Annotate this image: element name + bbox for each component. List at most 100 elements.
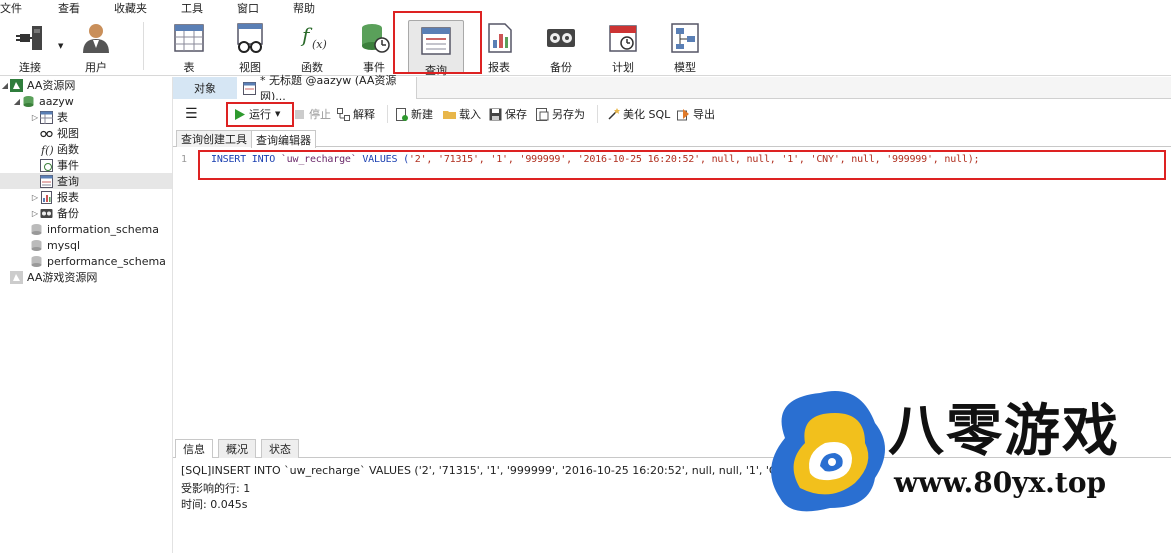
user-button[interactable]: 用户 [68, 18, 124, 74]
tree-item-functions[interactable]: f() 函数 [40, 141, 79, 157]
save-button[interactable]: 保存 [489, 106, 527, 122]
collapsed-arrow-icon[interactable]: ▷ [30, 209, 40, 218]
tab-objects[interactable]: 对象 [173, 77, 237, 99]
function-icon: f() [40, 143, 54, 157]
tree-connection-aa[interactable]: ◢ AA资源网 [0, 77, 75, 93]
backup-icon [40, 207, 53, 220]
collapsed-arrow-icon[interactable]: ▷ [30, 193, 40, 202]
beautify-sql-button[interactable]: 美化 SQL [607, 106, 670, 122]
hamburger-menu-button[interactable]: ☰ [185, 106, 198, 122]
message-sql: [SQL]INSERT INTO `uw_recharge` VALUES ('… [181, 464, 826, 477]
tree-item-views[interactable]: 视图 [40, 125, 79, 141]
database-icon [22, 95, 35, 108]
model-icon [669, 22, 701, 54]
tab-query-editor[interactable]: 查询编辑器 [251, 130, 316, 148]
svg-text:(x): (x) [312, 38, 327, 51]
menu-tools[interactable]: 工具 [181, 0, 213, 16]
tree-item-tables[interactable]: ▷ 表 [30, 109, 68, 125]
export-icon [677, 108, 690, 121]
query-icon [420, 25, 452, 57]
event-icon [358, 22, 390, 54]
tree-item-reports[interactable]: ▷ 报表 [30, 189, 79, 205]
document-tabs: 对象 * 无标题 @aazyw (AA资源网)... [173, 74, 1171, 103]
tree-item-queries[interactable]: 查询 [0, 173, 172, 189]
report-icon [483, 22, 515, 54]
main-toolbar: 连接 ▼ 用户 表 视图 f (x) 函数 事件 查询 报表 备份 计划 模型 [0, 16, 1171, 77]
event-button[interactable]: 事件 [346, 18, 402, 74]
menu-help[interactable]: 帮助 [293, 0, 325, 16]
expanded-arrow-icon[interactable]: ◢ [12, 97, 22, 106]
connect-dropdown-icon[interactable]: ▼ [58, 42, 63, 50]
dropdown-arrow-icon[interactable]: ▼ [275, 110, 280, 118]
connection-icon [10, 270, 23, 284]
tree-item-backups[interactable]: ▷ 备份 [30, 205, 79, 221]
stop-button[interactable]: 停止 [293, 106, 331, 122]
collapsed-arrow-icon[interactable]: ▷ [30, 113, 40, 122]
tab-untitled-query[interactable]: * 无标题 @aazyw (AA资源网)... [237, 74, 417, 103]
schedule-button[interactable]: 计划 [595, 18, 651, 74]
save-as-icon [536, 107, 549, 121]
event-icon [40, 158, 53, 172]
menu-icon: ☰ [185, 106, 198, 122]
menu-window[interactable]: 窗口 [237, 0, 269, 16]
load-button[interactable]: 载入 [443, 106, 481, 122]
expanded-arrow-icon[interactable]: ◢ [0, 81, 10, 90]
explain-icon [337, 107, 350, 121]
tab-info[interactable]: 信息 [175, 439, 213, 458]
message-time: 时间: 0.045s [181, 498, 248, 511]
folder-icon [443, 108, 456, 121]
tab-status[interactable]: 状态 [261, 439, 299, 458]
report-button[interactable]: 报表 [471, 18, 527, 74]
table-icon [173, 22, 205, 54]
view-icon [234, 22, 266, 54]
swirl-logo-icon [771, 391, 885, 512]
view-button[interactable]: 视图 [222, 18, 278, 74]
table-icon [40, 110, 53, 124]
function-icon: f (x) [296, 22, 328, 54]
backup-button[interactable]: 备份 [533, 18, 589, 74]
menu-favorites[interactable]: 收藏夹 [114, 0, 157, 16]
user-icon [80, 22, 112, 54]
view-icon [40, 127, 53, 140]
tree-database-aazyw[interactable]: ◢ aazyw [12, 93, 74, 109]
sql-code-line[interactable]: INSERT INTO `uw_recharge` VALUES ('2', '… [211, 154, 980, 165]
database-icon [30, 239, 43, 252]
tree-connection-aa-game[interactable]: AA游戏资源网 [10, 269, 97, 285]
query-icon [243, 81, 256, 95]
tree-db-performance-schema[interactable]: performance_schema [30, 253, 166, 269]
report-icon [40, 190, 53, 204]
line-number: 1 [181, 154, 188, 165]
tab-overview[interactable]: 概况 [218, 439, 256, 458]
toolbar-separator [387, 105, 388, 123]
menu-file[interactable]: 文件 [0, 0, 32, 16]
save-icon [489, 108, 502, 121]
table-button[interactable]: 表 [161, 18, 217, 74]
explain-button[interactable]: 解释 [337, 106, 375, 122]
query-button[interactable]: 查询 [408, 20, 464, 77]
tree-db-mysql[interactable]: mysql [30, 237, 80, 253]
save-as-button[interactable]: 另存为 [536, 106, 585, 122]
tab-query-builder[interactable]: 查询创建工具 [176, 130, 252, 147]
connect-button[interactable]: 连接 [2, 18, 58, 74]
toolbar-separator [597, 105, 598, 123]
export-button[interactable]: 导出 [677, 106, 715, 122]
new-icon [395, 107, 408, 121]
magic-wand-icon [607, 107, 620, 121]
backup-icon [545, 22, 577, 54]
menu-bar: 文件 查看 收藏夹 工具 窗口 帮助 [0, 0, 1171, 16]
tree-db-information-schema[interactable]: information_schema [30, 221, 159, 237]
run-button[interactable]: 运行 ▼ [233, 106, 280, 122]
query-icon [40, 174, 53, 188]
menu-view[interactable]: 查看 [58, 0, 90, 16]
svg-text:f(): f() [40, 144, 53, 156]
message-affected-rows: 受影响的行: 1 [181, 482, 251, 495]
new-button[interactable]: 新建 [395, 106, 433, 122]
function-button[interactable]: f (x) 函数 [284, 18, 340, 74]
tree-item-events[interactable]: 事件 [40, 157, 79, 173]
database-icon [30, 223, 43, 236]
model-button[interactable]: 模型 [657, 18, 713, 74]
schedule-icon [607, 22, 639, 54]
editor-subtabs: 查询创建工具 查询编辑器 [173, 129, 1171, 148]
watermark-logo: 八零游戏 www.80yx.top [760, 378, 1171, 553]
navigation-tree: ◢ AA资源网 ◢ aazyw ▷ 表 视图 f() 函数 事件 查询 ▷ 报表… [0, 77, 173, 553]
